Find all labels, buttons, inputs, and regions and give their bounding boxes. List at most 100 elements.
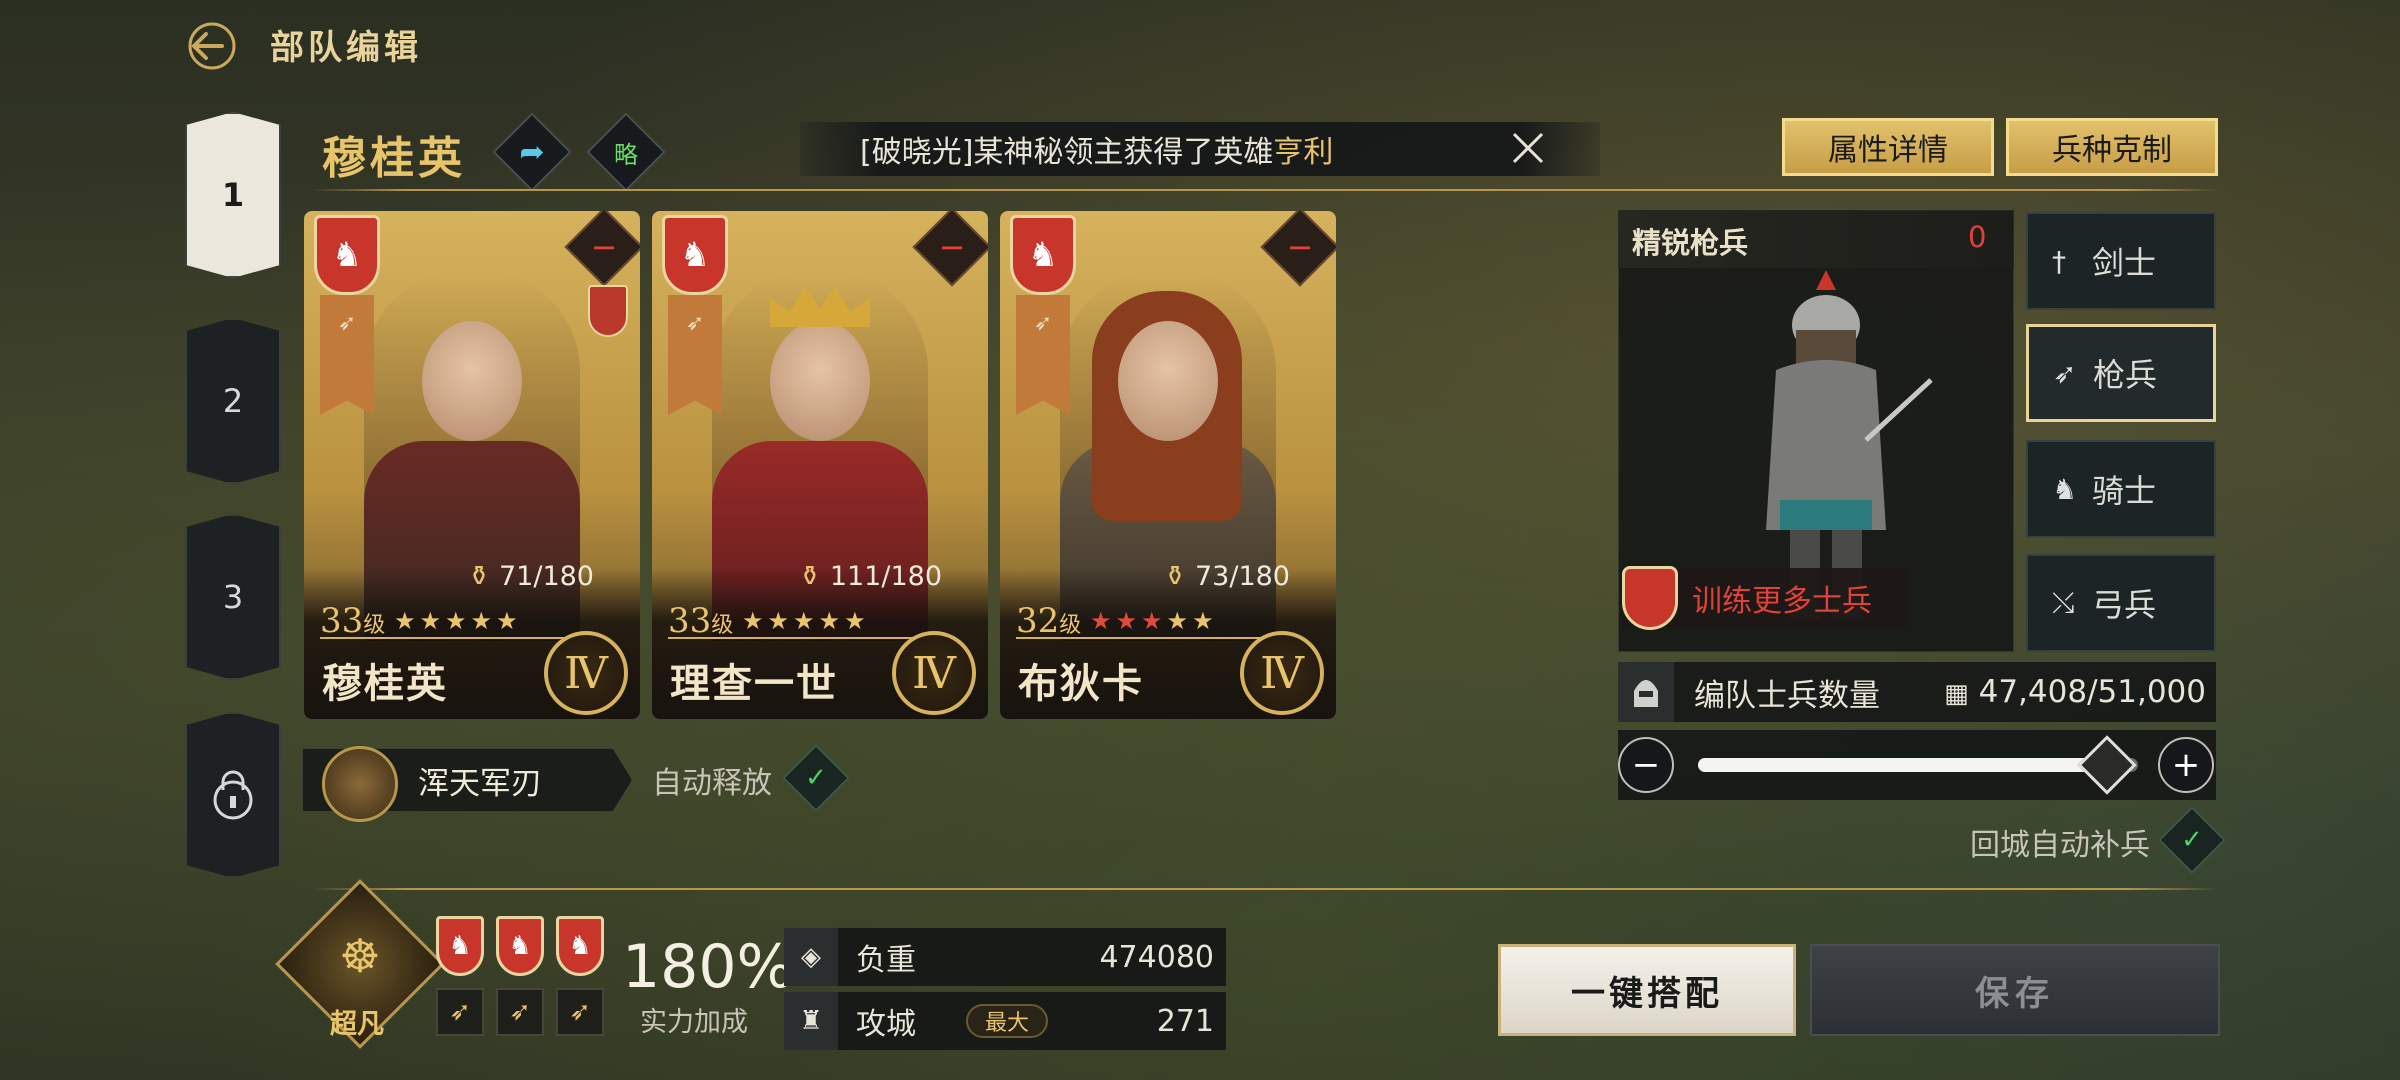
minus-icon: − (590, 228, 618, 266)
card-gold-line (1016, 637, 1276, 639)
troop-slider-fill (1698, 758, 2107, 772)
card-gold-line (320, 637, 580, 639)
minus-icon: − (1286, 228, 1314, 266)
page-title: 部队编辑 (270, 28, 422, 68)
troop-type-archer[interactable]: ⤯ 弓兵 (2026, 554, 2216, 652)
hero-rank-badge: Ⅳ (544, 631, 628, 715)
faction-badge-icon (588, 285, 628, 337)
back-button[interactable] (180, 18, 240, 74)
siege-row: ♜ 攻城 最大 271 (784, 992, 1226, 1050)
troop-type-spearman[interactable]: ➶ 枪兵 (2026, 324, 2216, 422)
spear-icon: ➶ (496, 988, 544, 1036)
hero-card-3[interactable]: ♞ ➶ − ⚱ 73/180 32级 ★★★★★ 布狄卡 Ⅳ (1000, 211, 1336, 719)
power-bonus-value: 180% (622, 932, 794, 1002)
team-slot-1[interactable]: 1 (185, 112, 281, 278)
load-row: ◈ 负重 474080 (784, 928, 1226, 986)
hero-level: 33级 (668, 601, 733, 641)
remove-hero-button[interactable]: − (564, 211, 640, 287)
lock-icon (213, 770, 253, 820)
siege-label: 攻城 (856, 1007, 916, 1042)
formation-value-group: ▦ 47,408/51,000 (1944, 674, 2206, 710)
remove-hero-button[interactable]: − (1260, 211, 1336, 287)
plus-icon: + (2171, 745, 2201, 785)
hero-rank-badge: Ⅳ (1240, 631, 1324, 715)
spear-banner-icon: ➶ (320, 295, 374, 415)
share-arrow-icon: ➦ (519, 134, 545, 170)
hero-rank-badge: Ⅳ (892, 631, 976, 715)
spear-banner-icon: ➶ (1016, 295, 1070, 415)
lion-crest-icon: ♞ (1010, 215, 1076, 295)
auto-refill-checkbox[interactable]: ✓ (2158, 806, 2226, 874)
hero-level-value: 33 (668, 601, 712, 641)
auto-release-checkbox[interactable]: ✓ (782, 744, 850, 812)
counter-button[interactable]: 兵种克制 (2006, 118, 2218, 176)
spear-banner-icon: ➶ (668, 295, 722, 415)
troop-type-label: 弓兵 (2092, 586, 2157, 624)
auto-refill-label: 回城自动补兵 (1970, 828, 2150, 863)
hero-face (770, 321, 870, 441)
load-value: 474080 (1099, 939, 1214, 975)
train-more-button[interactable]: 训练更多士兵 (1622, 566, 1908, 630)
decrease-button[interactable]: − (1618, 737, 1674, 793)
news-banner: [破晓光]某神秘领主获得了英雄 亨利 (800, 122, 1600, 176)
skill-name: 浑天军刃 (418, 766, 542, 802)
helmet-icon (1622, 566, 1678, 630)
hero-stars: ★★★★★ (394, 607, 522, 635)
check-icon: ✓ (2181, 825, 2203, 855)
train-label: 训练更多士兵 (1692, 584, 1872, 619)
auto-release-label: 自动释放 (652, 766, 772, 801)
team-slot-3[interactable]: 3 (185, 514, 281, 680)
auto-match-button[interactable]: 一键搭配 (1498, 944, 1796, 1036)
lion-crest-icon: ♞ (496, 916, 544, 976)
hero-exp-value: 111/180 (829, 561, 942, 592)
hero-face (1118, 321, 1218, 441)
troop-type-label: 骑士 (2092, 472, 2157, 510)
lion-crest-icon: ♞ (556, 916, 604, 976)
max-tag: 最大 (966, 1004, 1048, 1038)
hero-name: 理查一世 (670, 660, 838, 707)
hero-exp: ⚱ 73/180 (1164, 561, 1290, 592)
formation-value: 47,408/51,000 (1978, 674, 2206, 710)
troop-type-knight[interactable]: ♞ 骑士 (2026, 440, 2216, 538)
team-slot-locked[interactable] (185, 712, 281, 878)
bow-icon: ⤯ (2052, 586, 2075, 619)
share-button[interactable]: ➦ (492, 112, 572, 192)
formation-label: 编队士兵数量 (1694, 677, 1880, 714)
back-arrow-icon (188, 22, 236, 70)
troop-type-swordsman[interactable]: † 剑士 (2026, 212, 2216, 310)
close-icon (1512, 132, 1544, 164)
potion-icon: ⚱ (1163, 561, 1187, 592)
commander-name: 穆桂英 (322, 133, 466, 184)
minus-icon: − (938, 228, 966, 266)
news-text: [破晓光]某神秘领主获得了英雄 (860, 135, 1274, 170)
hero-level-unit: 级 (711, 613, 734, 638)
spear-icon: ➶ (2053, 356, 2077, 390)
formation-count-row: 编队士兵数量 ▦ 47,408/51,000 (1618, 662, 2216, 722)
hero-exp-value: 73/180 (1195, 561, 1290, 592)
save-button[interactable]: 保存 (1810, 944, 2220, 1036)
potion-icon: ⚱ (467, 561, 491, 592)
strategy-button[interactable]: 略 (586, 112, 666, 192)
helmet-small-icon (1618, 662, 1674, 722)
layers-icon: ◈ (784, 928, 838, 986)
troop-type-label: 枪兵 (2093, 356, 2158, 394)
check-icon: ✓ (805, 763, 827, 793)
attribute-details-button[interactable]: 属性详情 (1782, 118, 1994, 176)
hero-name: 布狄卡 (1018, 660, 1144, 707)
hero-exp-value: 71/180 (499, 561, 594, 592)
hero-exp: ⚱ 111/180 (799, 561, 942, 592)
hero-level-unit: 级 (1059, 613, 1082, 638)
top-divider (312, 189, 2220, 191)
news-close-button[interactable] (1508, 128, 1548, 168)
troop-type-label: 剑士 (2092, 244, 2157, 282)
hero-card-2[interactable]: ♞ ➶ − ⚱ 111/180 33级 ★★★★★ 理查一世 Ⅳ (652, 211, 988, 719)
skill-icon[interactable] (322, 746, 398, 822)
load-label: 负重 (856, 943, 916, 978)
hero-stars: ★★★★★ (742, 607, 870, 635)
remove-hero-button[interactable]: − (912, 211, 988, 287)
spear-icon: ➶ (436, 988, 484, 1036)
hero-card-1[interactable]: ♞ ➶ − ⚱ 71/180 33级 ★★★★★ 穆桂英 Ⅳ (304, 211, 640, 719)
increase-button[interactable]: + (2158, 737, 2214, 793)
emblem-label: 超凡 (330, 1009, 384, 1040)
team-slot-2[interactable]: 2 (185, 318, 281, 484)
